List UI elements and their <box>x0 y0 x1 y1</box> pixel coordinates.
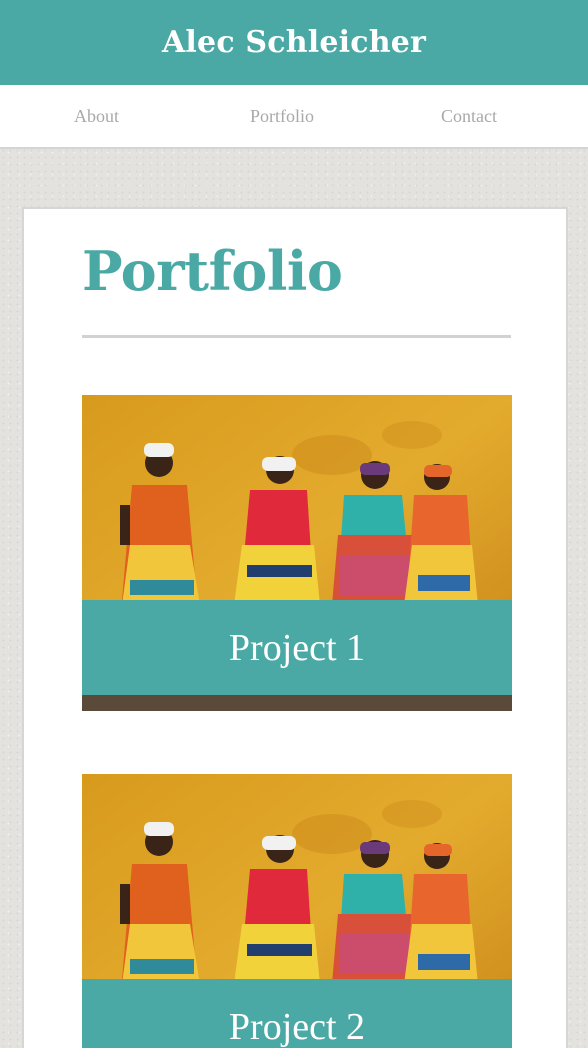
nav-item-about[interactable]: About <box>74 106 119 127</box>
page-title: Portfolio <box>82 239 343 303</box>
project-card-2[interactable]: Project 2 <box>82 774 512 1048</box>
nav-item-portfolio[interactable]: Portfolio <box>250 106 314 127</box>
site-header: Alec Schleicher <box>0 0 588 85</box>
project-2-label-bar: Project 2 <box>82 979 512 1048</box>
project-1-label[interactable]: Project 1 <box>229 626 365 670</box>
nav-item-contact[interactable]: Contact <box>441 106 497 127</box>
project-2-label[interactable]: Project 2 <box>229 1005 365 1048</box>
content-card: Portfolio Project 1 Project 2 <box>22 207 568 1048</box>
project-1-label-bar: Project 1 <box>82 600 512 695</box>
main-nav: About Portfolio Contact <box>0 85 588 149</box>
title-divider <box>82 335 511 338</box>
project-card-1[interactable]: Project 1 <box>82 395 512 711</box>
site-title[interactable]: Alec Schleicher <box>162 25 426 60</box>
